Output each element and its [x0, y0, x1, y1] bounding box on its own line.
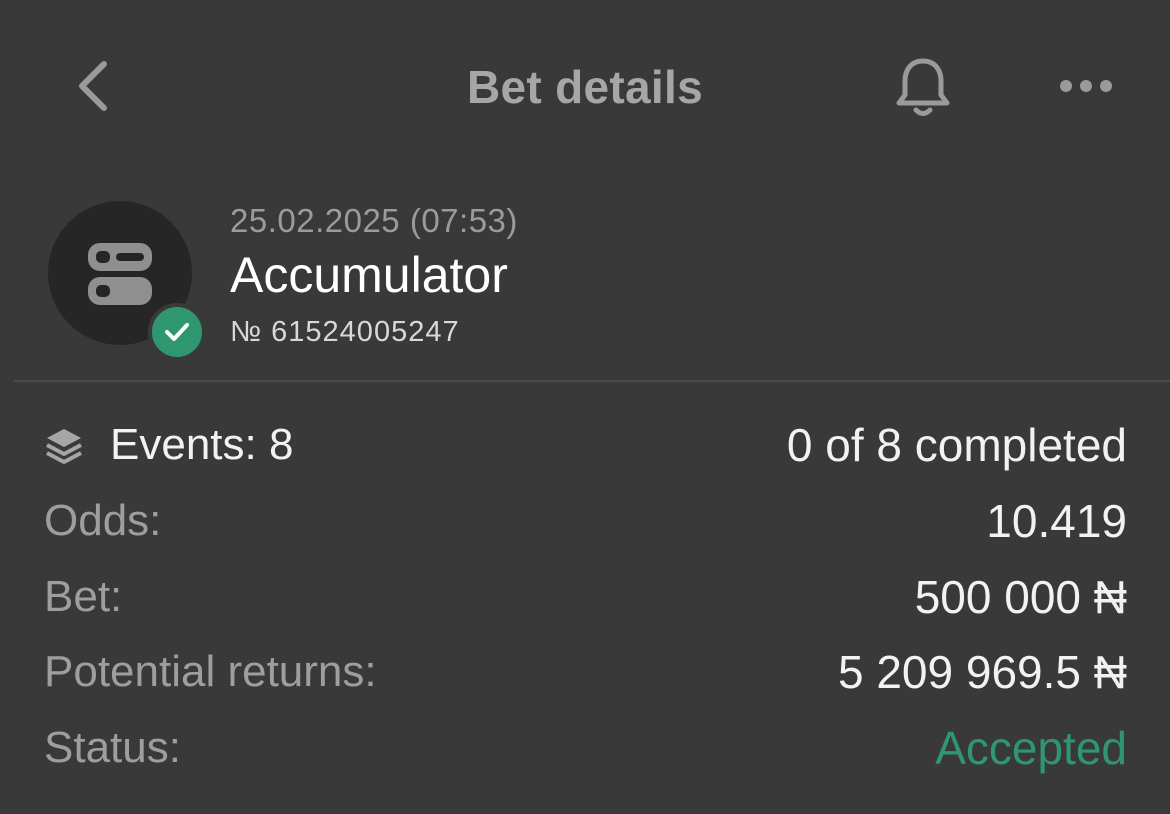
- events-progress: 0 of 8 completed: [786, 419, 1127, 471]
- odds-row: Odds: 10.419: [44, 483, 1127, 559]
- stake-label: Bet:: [44, 572, 123, 621]
- status-row: Status: Accepted: [44, 710, 1127, 786]
- returns-label: Potential returns:: [44, 647, 377, 696]
- returns-value: 5 209 969.5 ₦: [837, 646, 1127, 698]
- divider: [14, 380, 1170, 382]
- top-bar: Bet details: [0, 0, 1170, 176]
- bet-type-title: Accumulator: [230, 247, 508, 303]
- bell-icon: [896, 58, 950, 116]
- status-badge: Accepted: [935, 722, 1127, 774]
- odds-label: Odds:: [44, 496, 162, 545]
- status-label: Status:: [44, 723, 181, 772]
- accepted-badge: [148, 303, 206, 361]
- bet-number[interactable]: № 61524005247: [230, 316, 460, 349]
- page-title: Bet details: [467, 61, 703, 113]
- more-options-button[interactable]: [1052, 58, 1120, 114]
- bet-date: 25.02.2025 (07:53): [230, 202, 518, 239]
- returns-row: Potential returns: 5 209 969.5 ₦: [44, 634, 1127, 710]
- stake-value: 500 000 ₦: [914, 571, 1127, 623]
- odds-value: 10.419: [986, 495, 1127, 547]
- events-row[interactable]: Events: 8 0 of 8 completed: [44, 407, 1127, 483]
- layers-icon: [46, 429, 82, 464]
- more-horizontal-icon: [1060, 80, 1112, 92]
- notifications-button[interactable]: [888, 52, 958, 122]
- events-count: Events: 8: [110, 420, 294, 469]
- stake-row: Bet: 500 000 ₦: [44, 559, 1127, 635]
- accumulator-icon: [88, 243, 152, 305]
- bet-summary: 25.02.2025 (07:53) Accumulator № 6152400…: [0, 176, 1170, 382]
- check-icon: [165, 323, 189, 341]
